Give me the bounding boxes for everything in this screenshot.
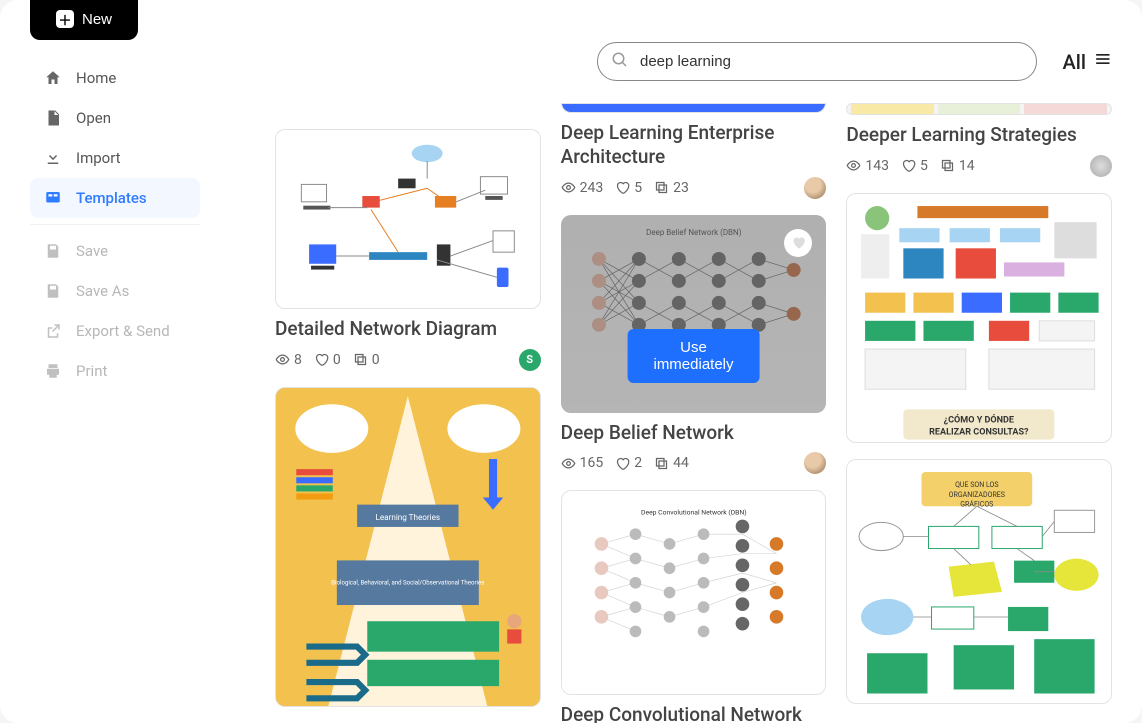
copies: 23 bbox=[654, 180, 689, 196]
thumb-caption-1: ¿CÓMO Y DÓNDE bbox=[944, 413, 1014, 425]
save-as-icon bbox=[44, 282, 62, 300]
template-thumbnail: QUE SON LOS ORGANIZADORES GRÁFICOS bbox=[846, 459, 1112, 704]
template-card-detailed-network[interactable]: Detailed Network Diagram 8 0 0 S bbox=[275, 129, 541, 371]
likes: 2 bbox=[615, 455, 642, 471]
sidebar-item-label: Export & Send bbox=[76, 322, 170, 340]
filter-label: All bbox=[1063, 50, 1086, 74]
svg-text:GRÁFICOS: GRÁFICOS bbox=[961, 499, 994, 508]
template-title: Deep Belief Network bbox=[561, 421, 827, 445]
templates-icon bbox=[44, 189, 62, 207]
sidebar-item-save: Save bbox=[30, 231, 200, 271]
template-card-deeper[interactable]: Deeper Learning Strategies 143 5 14 bbox=[846, 103, 1112, 177]
template-title: Deep Learning Enterprise Architecture bbox=[561, 121, 827, 169]
svg-text:Biological, Behavioral, and So: Biological, Behavioral, and Social/Obser… bbox=[331, 579, 484, 586]
search-wrap bbox=[597, 42, 1037, 81]
template-thumbnail: ¿CÓMO Y DÓNDE REALIZAR CONSULTAS? bbox=[846, 193, 1112, 443]
views: 143 bbox=[846, 158, 889, 174]
template-meta: 8 0 0 S bbox=[275, 349, 541, 371]
svg-text:Deep Convolutional Network (DB: Deep Convolutional Network (DBN) bbox=[641, 509, 747, 517]
views: 8 bbox=[275, 352, 302, 368]
template-title: Detailed Network Diagram bbox=[275, 317, 541, 341]
template-gallery: Detailed Network Diagram 8 0 0 S bbox=[275, 103, 1112, 723]
copies: 14 bbox=[940, 158, 975, 174]
template-meta: 243 5 23 bbox=[561, 177, 827, 199]
template-thumbnail: Deep Belief Network (DBN) bbox=[561, 215, 827, 413]
import-icon bbox=[44, 149, 62, 167]
sidebar: ＋ New Home Open Import Templates bbox=[0, 0, 215, 723]
sidebar-item-templates[interactable]: Templates bbox=[30, 178, 200, 218]
nav-divider bbox=[30, 224, 200, 225]
file-icon bbox=[44, 109, 62, 127]
home-icon bbox=[44, 69, 62, 87]
avatar bbox=[804, 177, 826, 199]
template-thumbnail bbox=[275, 129, 541, 309]
template-thumbnail: Deep Convolutional Network (DBN) bbox=[561, 490, 827, 695]
template-thumbnail bbox=[846, 103, 1112, 115]
sidebar-item-home[interactable]: Home bbox=[30, 58, 200, 98]
sidebar-item-print: Print bbox=[30, 351, 200, 391]
template-thumbnail: Learning Theories Biological, Behavioral… bbox=[275, 387, 541, 707]
sidebar-item-label: Print bbox=[76, 362, 107, 380]
template-thumbnail bbox=[561, 103, 827, 113]
avatar bbox=[1090, 155, 1112, 177]
svg-text:Learning Theories: Learning Theories bbox=[376, 512, 441, 522]
views: 243 bbox=[561, 180, 604, 196]
gallery-col-1: Detailed Network Diagram 8 0 0 S bbox=[275, 129, 541, 723]
likes: 0 bbox=[314, 352, 341, 368]
template-title: Deeper Learning Strategies bbox=[846, 123, 1112, 147]
filter-all[interactable]: All bbox=[1063, 49, 1112, 74]
copies: 0 bbox=[353, 352, 380, 368]
template-meta: 165 2 44 bbox=[561, 452, 827, 474]
thumb-caption-2: REALIZAR CONSULTAS? bbox=[929, 427, 1029, 437]
gallery-col-3: Deeper Learning Strategies 143 5 14 bbox=[846, 103, 1112, 723]
use-immediately-button[interactable]: Use immediately bbox=[627, 329, 760, 383]
likes: 5 bbox=[901, 158, 928, 174]
template-card-learning-theories[interactable]: Learning Theories Biological, Behavioral… bbox=[275, 387, 541, 707]
template-card-organizadores[interactable]: QUE SON LOS ORGANIZADORES GRÁFICOS bbox=[846, 459, 1112, 704]
template-card-como[interactable]: ¿CÓMO Y DÓNDE REALIZAR CONSULTAS? bbox=[846, 193, 1112, 443]
gallery-col-2: Deep Learning Enterprise Architecture 24… bbox=[561, 103, 827, 723]
svg-text:QUE SON LOS: QUE SON LOS bbox=[955, 480, 999, 489]
sidebar-item-export: Export & Send bbox=[30, 311, 200, 351]
sidebar-item-save-as: Save As bbox=[30, 271, 200, 311]
sidebar-item-label: Home bbox=[76, 69, 116, 87]
template-meta: 143 5 14 bbox=[846, 155, 1112, 177]
sidebar-item-open[interactable]: Open bbox=[30, 98, 200, 138]
new-button-label: New bbox=[82, 11, 112, 28]
sidebar-item-label: Templates bbox=[76, 189, 147, 207]
svg-text:ORGANIZADORES: ORGANIZADORES bbox=[949, 490, 1005, 499]
new-button[interactable]: ＋ New bbox=[30, 0, 138, 40]
likes: 5 bbox=[615, 180, 642, 196]
sidebar-item-label: Open bbox=[76, 109, 111, 127]
sidebar-item-label: Save As bbox=[76, 282, 129, 300]
favorite-button[interactable] bbox=[784, 229, 812, 257]
template-title: Deep Convolutional Network bbox=[561, 703, 827, 723]
sidebar-item-import[interactable]: Import bbox=[30, 138, 200, 178]
save-icon bbox=[44, 242, 62, 260]
sidebar-item-label: Save bbox=[76, 242, 108, 260]
avatar: S bbox=[519, 349, 541, 371]
export-icon bbox=[44, 322, 62, 340]
search-input[interactable] bbox=[597, 42, 1037, 81]
list-icon bbox=[1092, 49, 1112, 74]
template-card-enterprise[interactable]: Deep Learning Enterprise Architecture 24… bbox=[561, 103, 827, 199]
sidebar-item-label: Import bbox=[76, 149, 121, 167]
print-icon bbox=[44, 362, 62, 380]
search-icon bbox=[611, 51, 629, 73]
template-card-belief[interactable]: Deep Belief Network (DBN) bbox=[561, 215, 827, 475]
views: 165 bbox=[561, 455, 604, 471]
template-card-convolutional[interactable]: Deep Convolutional Network (DBN) bbox=[561, 490, 827, 723]
avatar bbox=[804, 452, 826, 474]
topbar: All bbox=[275, 0, 1112, 99]
copies: 44 bbox=[654, 455, 689, 471]
main-content: All bbox=[215, 0, 1142, 723]
plus-icon: ＋ bbox=[56, 10, 74, 28]
svg-text:Deep Belief Network (DBN): Deep Belief Network (DBN) bbox=[646, 227, 742, 236]
